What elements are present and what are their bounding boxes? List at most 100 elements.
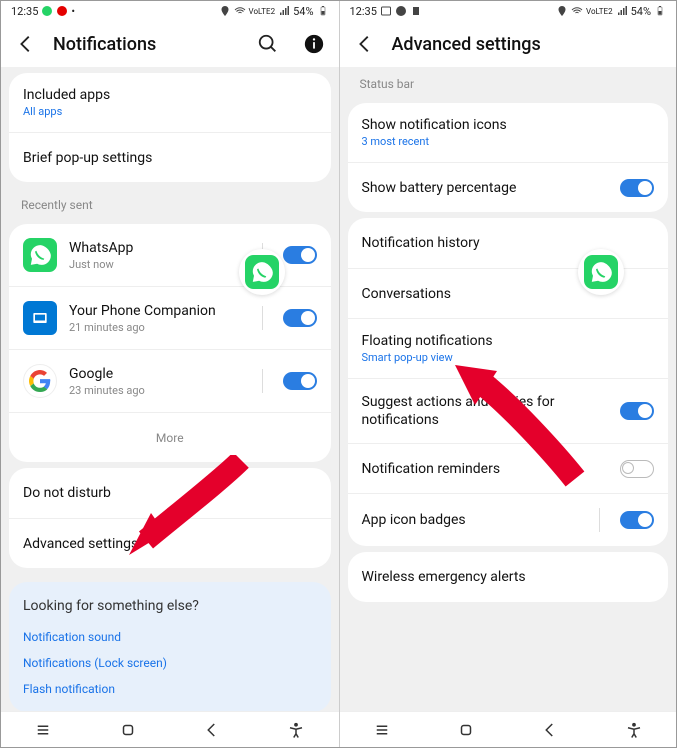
advanced-settings-label: Advanced settings <box>23 536 138 552</box>
included-apps-row[interactable]: Included apps All apps <box>9 73 331 132</box>
brief-popup-row[interactable]: Brief pop-up settings <box>9 132 331 182</box>
info-icon[interactable] <box>303 33 325 55</box>
right-phone: 12:35 VoLTE2 54% Advanced settings Statu… <box>339 1 677 747</box>
reminders-label: Notification reminders <box>362 461 609 477</box>
dnd-label: Do not disturb <box>23 485 111 501</box>
home-icon[interactable] <box>119 721 137 739</box>
toggle-whatsapp[interactable] <box>283 246 317 264</box>
recents-icon[interactable] <box>34 721 52 739</box>
left-phone: 12:35 • VoLTE2 54% Notifications Include… <box>1 1 339 747</box>
separator <box>262 306 263 330</box>
link-lock-screen[interactable]: Notifications (Lock screen) <box>23 650 317 676</box>
brief-popup-label: Brief pop-up settings <box>23 150 152 166</box>
page-header: Advanced settings <box>340 21 677 67</box>
app-name: Google <box>69 366 242 382</box>
status-time: 12:35 <box>11 5 38 18</box>
wireless-emergency-row[interactable]: Wireless emergency alerts <box>348 552 669 602</box>
app-time: 23 minutes ago <box>69 384 242 397</box>
search-icon[interactable] <box>257 33 279 55</box>
badges-label: App icon badges <box>362 512 580 528</box>
status-bar: 12:35 • VoLTE2 54% <box>1 1 339 21</box>
conversations-label: Conversations <box>362 286 451 302</box>
advanced-settings-row[interactable]: Advanced settings <box>9 518 331 568</box>
recents-icon[interactable] <box>373 721 391 739</box>
battery-pct-label: Show battery percentage <box>362 180 609 196</box>
battery-icon <box>654 5 666 17</box>
link-flash-notification[interactable]: Flash notification <box>23 676 317 702</box>
app-row-google[interactable]: Google 23 minutes ago <box>9 349 331 412</box>
show-icons-sub: 3 most recent <box>362 135 655 148</box>
suggest-actions-row[interactable]: Suggest actions and replies for notifica… <box>348 378 669 443</box>
image-icon <box>380 5 392 17</box>
status-bar: 12:35 VoLTE2 54% <box>340 1 677 21</box>
toggle-badges[interactable] <box>620 511 654 529</box>
back-icon[interactable] <box>354 33 376 55</box>
app-row-phone-companion[interactable]: Your Phone Companion 21 minutes ago <box>9 286 331 349</box>
accessibility-icon[interactable] <box>287 721 305 739</box>
looking-for-card: Looking for something else? Notification… <box>9 582 331 711</box>
whatsapp-floating-bubble[interactable] <box>239 249 285 295</box>
looking-for-title: Looking for something else? <box>23 598 317 614</box>
volte-label: VoLTE2 <box>586 7 613 16</box>
battery-pct: 54% <box>631 5 651 18</box>
show-notification-icons-row[interactable]: Show notification icons 3 most recent <box>348 103 669 162</box>
nav-bar <box>340 711 677 747</box>
separator <box>599 508 600 532</box>
status-time: 12:35 <box>350 5 377 18</box>
suggest-label: Suggest actions and replies for notifica… <box>362 393 609 429</box>
more-row[interactable]: More <box>9 412 331 462</box>
link-notification-sound[interactable]: Notification sound <box>23 624 317 650</box>
history-label: Notification history <box>362 235 480 251</box>
dnd-row[interactable]: Do not disturb <box>9 468 331 518</box>
more-label: More <box>156 431 184 445</box>
wifi-icon <box>571 5 583 17</box>
notif-icon <box>410 5 422 17</box>
battery-percentage-row[interactable]: Show battery percentage <box>348 162 669 212</box>
page-title: Advanced settings <box>392 34 663 55</box>
nav-bar <box>1 711 339 747</box>
back-nav-icon[interactable] <box>541 721 559 739</box>
show-icons-title: Show notification icons <box>362 117 655 133</box>
back-nav-icon[interactable] <box>203 721 221 739</box>
toggle-reminders[interactable] <box>620 460 654 478</box>
whatsapp-app-icon <box>23 238 57 272</box>
your-phone-icon <box>23 301 57 335</box>
location-icon <box>556 5 568 17</box>
page-title: Notifications <box>53 34 241 55</box>
app-name: Your Phone Companion <box>69 303 242 319</box>
included-apps-title: Included apps <box>23 87 317 103</box>
recently-sent-label: Recently sent <box>9 188 331 218</box>
signal-icon <box>616 5 628 17</box>
notification-reminders-row[interactable]: Notification reminders <box>348 443 669 493</box>
battery-icon <box>317 5 329 17</box>
floating-title: Floating notifications <box>362 333 655 349</box>
separator <box>262 369 263 393</box>
toggle-google[interactable] <box>283 372 317 390</box>
status-bar-label: Status bar <box>348 67 669 97</box>
airtel-icon <box>56 5 68 17</box>
battery-pct: 54% <box>293 5 313 18</box>
volte-label: VoLTE2 <box>249 7 276 16</box>
floating-notifications-row[interactable]: Floating notifications Smart pop-up view <box>348 318 669 378</box>
back-icon[interactable] <box>15 33 37 55</box>
wifi-icon <box>234 5 246 17</box>
google-icon <box>23 364 57 398</box>
app-icon-badges-row[interactable]: App icon badges <box>348 493 669 546</box>
app-time: Just now <box>69 258 242 271</box>
whatsapp-icon <box>41 5 53 17</box>
whatsapp-icon <box>395 5 407 17</box>
app-time: 21 minutes ago <box>69 321 242 334</box>
wireless-label: Wireless emergency alerts <box>362 569 526 585</box>
toggle-suggest[interactable] <box>620 402 654 420</box>
signal-icon <box>278 5 290 17</box>
location-icon <box>219 5 231 17</box>
accessibility-icon[interactable] <box>625 721 643 739</box>
whatsapp-floating-bubble[interactable] <box>578 249 624 295</box>
included-apps-sub: All apps <box>23 105 317 118</box>
app-name: WhatsApp <box>69 240 242 256</box>
toggle-phone-companion[interactable] <box>283 309 317 327</box>
page-header: Notifications <box>1 21 339 67</box>
toggle-battery-pct[interactable] <box>620 179 654 197</box>
floating-sub: Smart pop-up view <box>362 351 655 364</box>
home-icon[interactable] <box>457 721 475 739</box>
